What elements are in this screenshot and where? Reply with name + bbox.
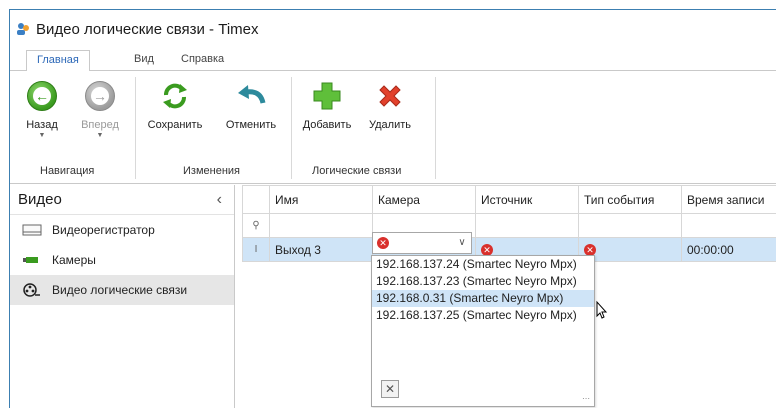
forward-button[interactable]: → Вперед ▼ [78,81,122,139]
add-button[interactable]: Добавить [300,81,354,131]
header-row: Имя Камера Источник Тип события Время за… [242,185,776,214]
column-header-event-type[interactable]: Тип события [578,185,682,214]
delete-x-icon [375,81,405,111]
sidebar-item-cameras[interactable]: Камеры [10,245,234,275]
resize-grip-icon[interactable]: ⋯ [582,394,590,403]
clear-button[interactable]: ✕ [381,380,399,398]
sidebar-header: Видео ‹ [10,185,234,215]
app-window: Видео логические связи - Timex Главная В… [9,9,776,408]
ribbon-tabs: Главная Вид Справка [10,49,776,72]
filter-pin-icon: ⚲ [242,213,270,238]
dropdown-option[interactable]: 192.168.0.31 (Smartec Neyro Mpx) [372,290,594,307]
delete-button[interactable]: Удалить [365,81,415,131]
ribbon: ← Назад ▼ → Вперед ▼ Навигация Сохранить… [10,71,776,184]
collapse-chevron-icon[interactable]: ‹ [217,191,222,209]
column-header-record-time[interactable]: Время записи [681,185,776,214]
edit-cursor-icon: I [242,237,270,262]
error-icon: ✕ [377,237,389,249]
dropdown-caret-icon: ▼ [38,132,46,139]
filter-cell[interactable] [475,213,579,238]
camera-icon [22,253,42,267]
group-separator [135,77,136,179]
title-bar: Видео логические связи - Timex [10,10,776,48]
window-title: Видео логические связи - Timex [36,20,259,38]
chevron-down-icon[interactable]: ∨ [455,235,469,251]
filter-row: ⚲ [242,213,776,238]
plus-icon [312,81,342,111]
save-button[interactable]: Сохранить [142,81,208,131]
mouse-cursor-icon [591,300,611,328]
filter-cell[interactable] [681,213,776,238]
dropdown-option[interactable]: 192.168.137.25 (Smartec Neyro Mpx) [372,307,594,324]
group-label-links: Логические связи [312,165,402,177]
tab-main[interactable]: Главная [26,50,90,72]
group-separator [291,77,292,179]
filter-cell[interactable] [269,213,373,238]
cancel-button[interactable]: Отменить [220,81,282,131]
group-separator [435,77,436,179]
column-header-name[interactable]: Имя [269,185,373,214]
tab-view[interactable]: Вид [134,53,154,65]
cell-name[interactable]: Выход 3 [269,237,373,262]
row-indicator-header [242,185,270,214]
column-header-source[interactable]: Источник [475,185,579,214]
tab-help[interactable]: Справка [181,53,224,65]
sidebar-title: Видео [18,191,62,208]
sidebar-item-video-links[interactable]: Видео логические связи [10,275,234,305]
group-label-navigation: Навигация [40,165,95,177]
sidebar-item-dvr[interactable]: Видеорегистратор [10,215,234,245]
column-header-camera[interactable]: Камера [372,185,476,214]
dropdown-option[interactable]: 192.168.137.24 (Smartec Neyro Mpx) [372,256,594,273]
forward-arrow-icon: → [85,81,115,111]
filter-cell[interactable] [578,213,682,238]
back-button[interactable]: ← Назад ▼ [22,81,62,139]
group-label-changes: Изменения [183,165,240,177]
dropdown-option[interactable]: 192.168.137.23 (Smartec Neyro Mpx) [372,273,594,290]
app-icon [16,22,30,36]
dropdown-caret-icon: ▼ [96,132,104,139]
camera-combo[interactable]: ✕ ∨ [372,232,472,254]
film-reel-icon [22,283,42,297]
undo-icon [236,81,266,111]
camera-dropdown-list: 192.168.137.24 (Smartec Neyro Mpx) 192.1… [371,255,595,407]
dvr-icon [22,223,42,237]
sidebar: Видео ‹ Видеорегистратор Камеры Видео ло… [10,185,235,408]
back-arrow-icon: ← [27,81,57,111]
cell-record-time[interactable]: 00:00:00 [681,237,776,262]
refresh-icon [160,81,190,111]
